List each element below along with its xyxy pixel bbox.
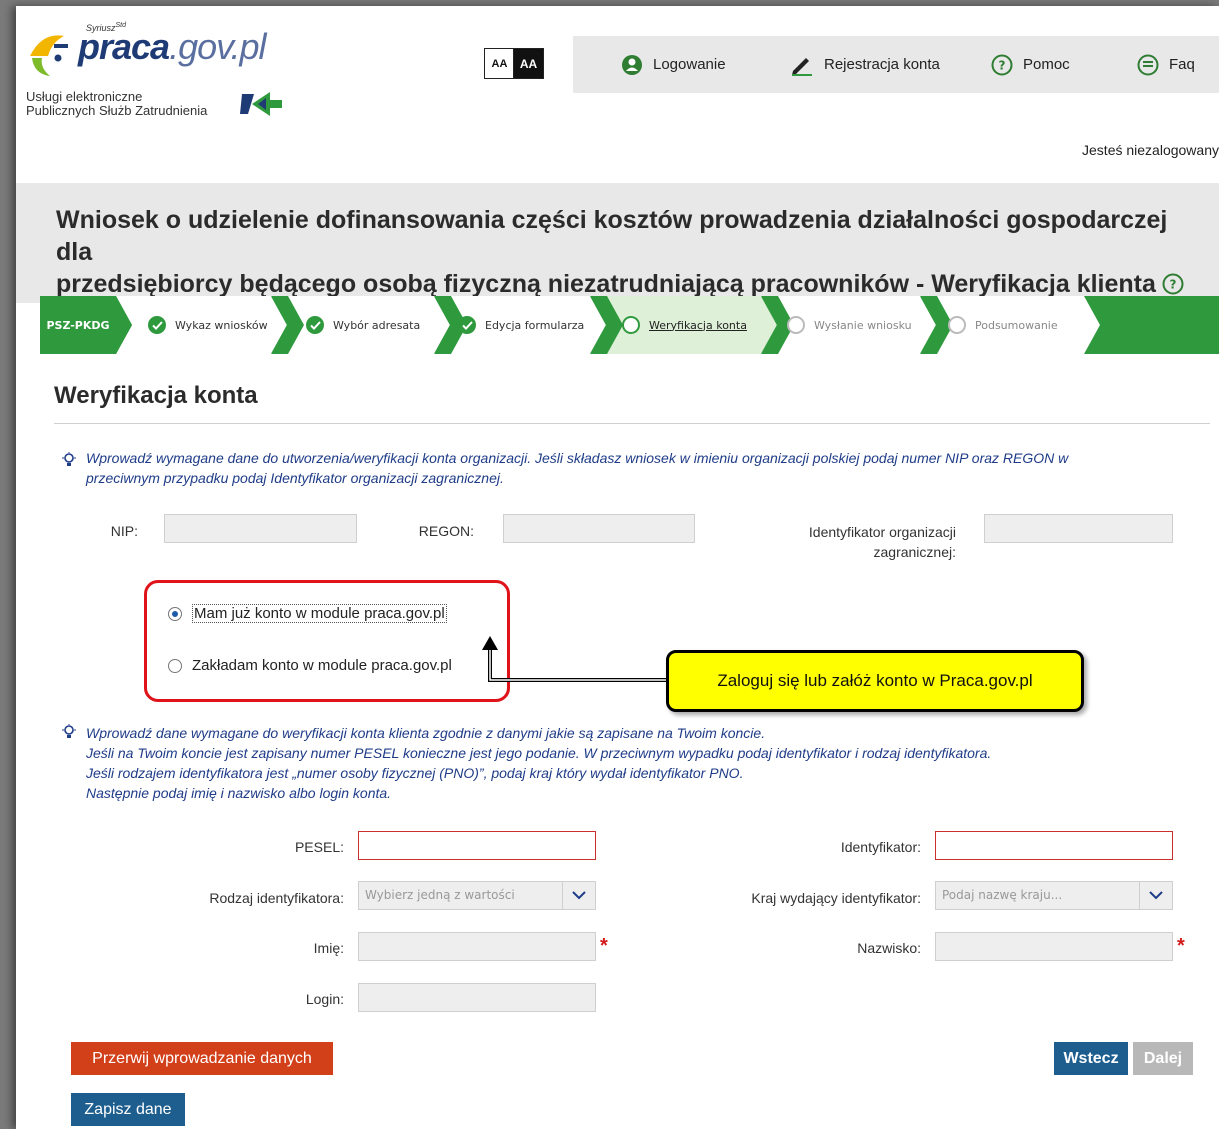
country-select[interactable]: Podaj nazwę kraju...: [935, 881, 1173, 910]
svg-text:?: ?: [999, 58, 1006, 72]
callout-tooltip: Zaloguj się lub załóż konto w Praca.gov.…: [666, 650, 1084, 712]
nav-help[interactable]: ? Pomoc: [991, 36, 1070, 93]
login-status: Jesteś niezalogowany: [1082, 142, 1219, 158]
help-icon[interactable]: ?: [1162, 273, 1184, 295]
logo[interactable]: SyriuszStd praca.gov.pl: [24, 20, 314, 90]
pending-step-circle-icon: [787, 316, 805, 334]
pesel-input[interactable]: [358, 831, 596, 860]
step-podsumowanie: Podsumowanie: [948, 296, 1058, 354]
page: SyriuszStd praca.gov.pl Usługi elektroni…: [16, 6, 1219, 1129]
pencil-icon: [792, 57, 812, 76]
identifier-label: Identyfikator:: [840, 839, 921, 855]
next-button[interactable]: Dalej: [1133, 1042, 1193, 1075]
regon-label: REGON:: [418, 523, 474, 539]
nav-login[interactable]: Logowanie: [621, 36, 726, 93]
pesel-label: PESEL:: [294, 839, 344, 855]
font-size-large-button[interactable]: AA: [513, 48, 544, 79]
highlight-box: [144, 580, 510, 702]
section-title: Weryfikacja konta: [54, 382, 258, 409]
top-navigation: Logowanie Rejestracja konta ? Pomoc Faq: [573, 36, 1219, 93]
required-mark: *: [600, 935, 608, 957]
pending-step-circle-icon: [948, 316, 966, 334]
back-button[interactable]: Wstecz: [1054, 1042, 1128, 1075]
last-name-input[interactable]: [935, 932, 1173, 961]
id-type-select[interactable]: Wybierz jedną z wartości: [358, 881, 596, 910]
logo-subtitle-line2: Publicznych Służb Zatrudnienia: [26, 103, 208, 118]
svg-text:?: ?: [1169, 278, 1176, 292]
id-type-label: Rodzaj identyfikatora:: [209, 890, 344, 906]
foreign-id-input[interactable]: [984, 514, 1173, 543]
question-circle-icon: ?: [991, 54, 1013, 75]
info-client: Wprowadź dane wymagane do weryfikacji ko…: [86, 725, 992, 801]
psz-logo-icon: [240, 92, 282, 116]
first-name-input[interactable]: [358, 932, 596, 961]
step-wykaz-wnioskow[interactable]: Wykaz wniosków: [148, 296, 268, 354]
check-icon: [306, 316, 324, 334]
first-name-label: Imię:: [313, 940, 344, 956]
lightbulb-icon: [62, 724, 76, 738]
regon-input[interactable]: [503, 514, 695, 543]
required-mark: *: [1177, 935, 1185, 957]
lightbulb-icon: [62, 452, 76, 466]
logo-text: praca.gov.pl: [78, 26, 266, 67]
nav-faq[interactable]: Faq: [1137, 36, 1195, 93]
foreign-id-label: Identyfikator organizacji zagranicznej:: [808, 524, 956, 560]
user-icon: [622, 54, 642, 75]
country-label: Kraj wydający identyfikator:: [751, 890, 921, 906]
identifier-input[interactable]: [935, 831, 1173, 860]
step-wyslanie-wniosku: Wysłanie wniosku: [787, 296, 912, 354]
check-icon: [458, 316, 476, 334]
step-edycja-formularza[interactable]: Edycja formularza: [458, 296, 584, 354]
page-title: Wniosek o udzielenie dofinansowania częś…: [56, 204, 1206, 300]
info-organization: Wprowadź wymagane dane do utworzenia/wer…: [86, 450, 1069, 486]
callout-arrow: [482, 636, 668, 682]
nav-register[interactable]: Rejestracja konta: [790, 36, 940, 93]
login-label: Login:: [305, 991, 344, 1007]
save-button[interactable]: Zapisz dane: [71, 1093, 185, 1126]
chevron-down-icon[interactable]: [562, 882, 595, 909]
section-divider: [54, 423, 1210, 424]
step-badge: PSZ-PKDG: [46, 318, 110, 332]
wizard-steps: PSZ-PKDG Wykaz wniosków Wybór adresata E…: [40, 296, 1219, 354]
font-size-normal-button[interactable]: AA: [484, 48, 515, 79]
nip-input[interactable]: [164, 514, 357, 543]
logo-icon: [30, 35, 68, 76]
logo-subtitle-line1: Usługi elektroniczne: [26, 89, 143, 104]
check-icon: [148, 316, 166, 334]
last-name-label: Nazwisko:: [857, 940, 921, 956]
abort-button[interactable]: Przerwij wprowadzanie danych: [71, 1042, 333, 1075]
chevron-down-icon[interactable]: [1139, 882, 1172, 909]
login-input[interactable]: [358, 983, 596, 1012]
step-weryfikacja-konta[interactable]: Weryfikacja konta: [622, 296, 747, 354]
step-wybor-adresata[interactable]: Wybór adresata: [306, 296, 420, 354]
chat-bubble-icon: [1137, 54, 1159, 75]
current-step-circle-icon: [622, 316, 640, 334]
nip-label: NIP:: [110, 523, 138, 539]
